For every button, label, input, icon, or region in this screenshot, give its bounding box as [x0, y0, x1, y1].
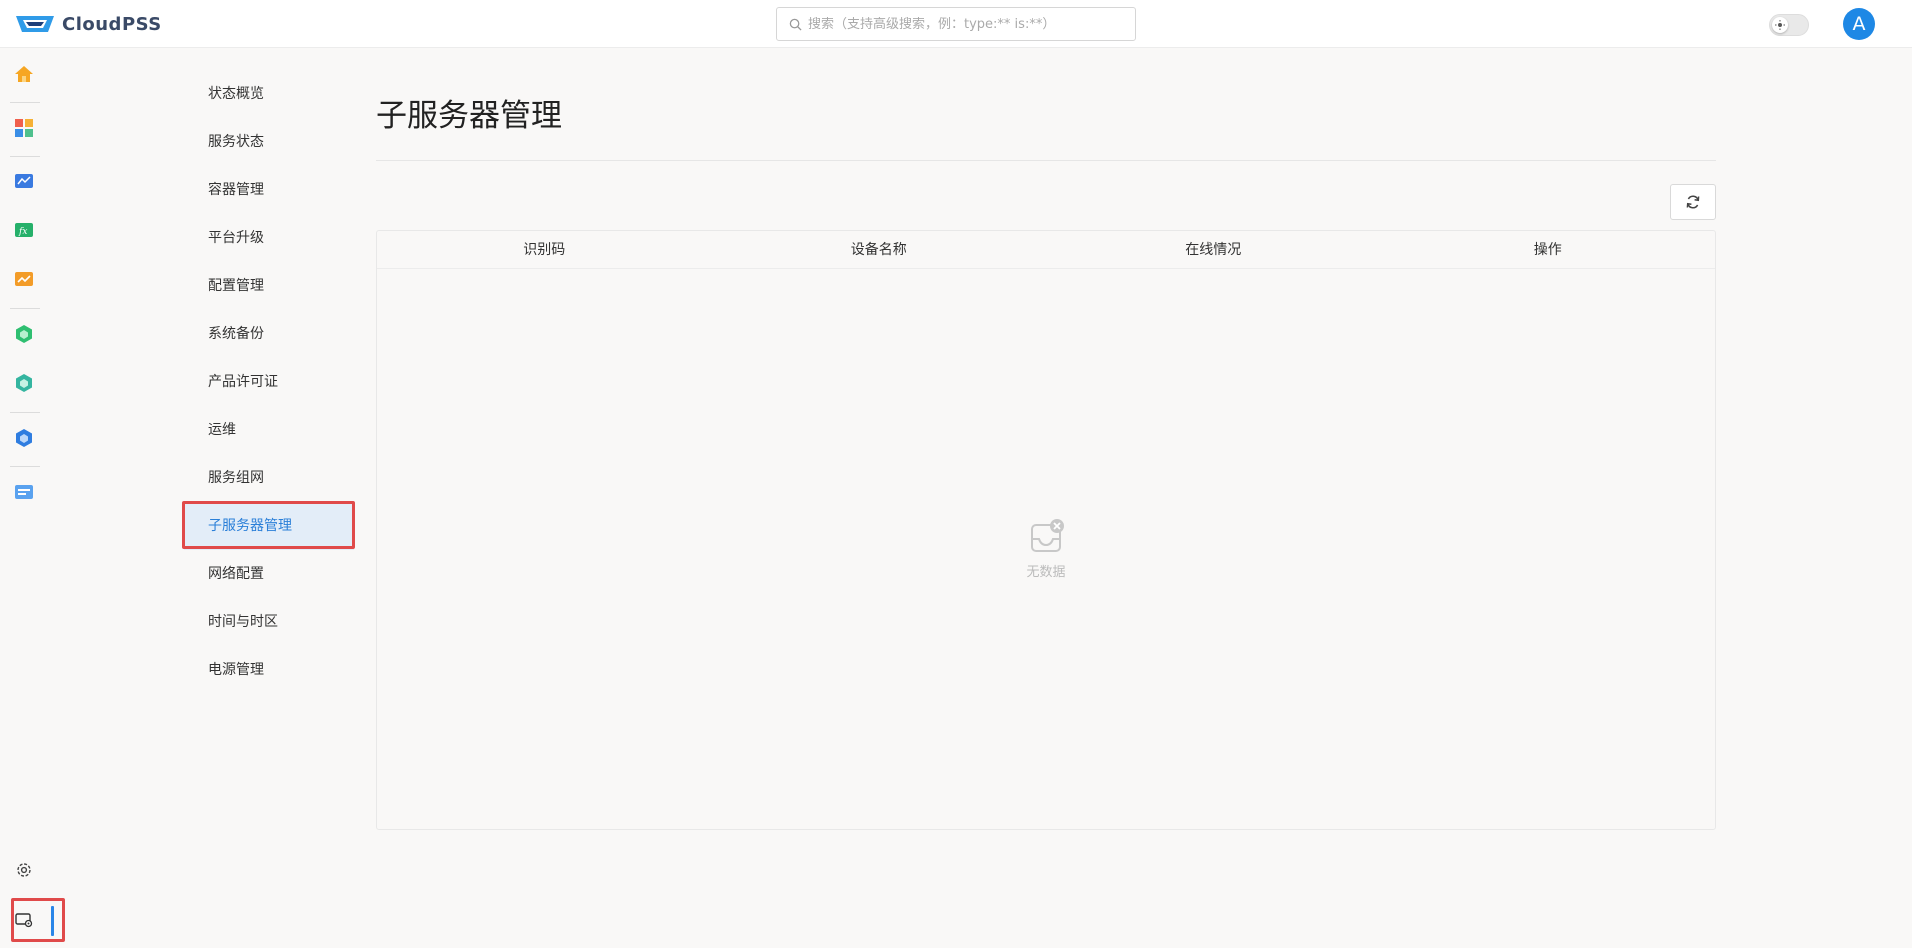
rail-settings[interactable]	[12, 858, 36, 882]
subnav-highlight-box	[182, 501, 355, 549]
subnav-item-service-network[interactable]: 服务组网	[184, 454, 354, 502]
theme-toggle[interactable]	[1769, 14, 1809, 36]
subnav-item-container-management[interactable]: 容器管理	[184, 166, 354, 214]
subnav-item-config-management[interactable]: 配置管理	[184, 262, 354, 310]
document-icon	[15, 485, 33, 499]
top-bar: CloudPSS A	[0, 0, 1912, 48]
subnav-item-system-backup[interactable]: 系统备份	[184, 310, 354, 358]
subnav-item-platform-upgrade[interactable]: 平台升级	[184, 214, 354, 262]
rail-active-indicator	[51, 906, 54, 936]
search-box[interactable]	[776, 7, 1136, 41]
cube-blue-icon	[16, 429, 32, 447]
subnav-item-power-management[interactable]: 电源管理	[184, 646, 354, 694]
rail-monitor[interactable]	[12, 170, 36, 194]
subnav-item-product-license[interactable]: 产品许可证	[184, 358, 354, 406]
title-divider	[376, 160, 1716, 161]
rail-chart[interactable]	[12, 268, 36, 292]
logo-text: CloudPSS	[62, 13, 162, 35]
svg-text:fx: fx	[18, 227, 27, 237]
rail-cube-c[interactable]	[12, 426, 36, 450]
rail-highlight-box	[11, 898, 65, 942]
avatar[interactable]: A	[1843, 8, 1875, 40]
toggle-knob	[1772, 17, 1788, 33]
rail-cube-b[interactable]	[12, 371, 36, 395]
rail-document[interactable]	[12, 480, 36, 504]
cloudpss-logo-icon	[16, 16, 54, 32]
page-title: 子服务器管理	[376, 98, 562, 134]
search-input[interactable]	[808, 16, 1128, 32]
function-icon: fx	[15, 223, 33, 237]
empty-text: 无数据	[1026, 564, 1066, 580]
logo[interactable]: CloudPSS	[14, 12, 162, 36]
rail-function[interactable]: fx	[12, 219, 36, 243]
empty-state: 无数据	[377, 231, 1715, 829]
settings-icon	[17, 863, 31, 877]
refresh-button[interactable]	[1670, 184, 1716, 220]
monitor-icon	[15, 174, 33, 188]
cube-green-icon	[16, 325, 32, 343]
app-rail: fx	[0, 48, 48, 948]
cube-green-icon	[16, 374, 32, 392]
search-icon	[789, 18, 802, 31]
sun-icon	[1775, 20, 1785, 30]
subnav-item-status-overview[interactable]: 状态概览	[184, 70, 354, 118]
subnav-item-service-status[interactable]: 服务状态	[184, 118, 354, 166]
rail-cube-a[interactable]	[12, 322, 36, 346]
rail-home[interactable]	[12, 62, 36, 86]
subnav-item-operations[interactable]: 运维	[184, 406, 354, 454]
empty-inbox-icon	[1031, 518, 1064, 552]
subnav-item-network-config[interactable]: 网络配置	[184, 550, 354, 598]
apps-icon	[15, 119, 33, 137]
subserver-table: 识别码 设备名称 在线情况 操作 无数据	[376, 230, 1716, 830]
subnav-item-time-timezone[interactable]: 时间与时区	[184, 598, 354, 646]
chart-icon	[15, 272, 33, 286]
secondary-nav: 状态概览 服务状态 容器管理 平台升级 配置管理 系统备份 产品许可证 运维 服…	[184, 70, 354, 694]
home-icon	[15, 66, 33, 82]
rail-apps[interactable]	[12, 116, 36, 140]
refresh-icon	[1686, 195, 1700, 209]
